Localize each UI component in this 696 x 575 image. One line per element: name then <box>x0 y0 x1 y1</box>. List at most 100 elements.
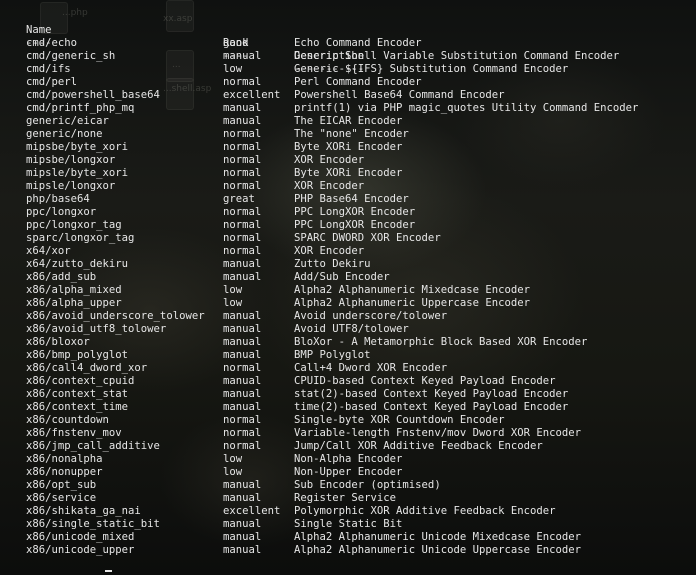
encoder-rank: manual <box>223 102 262 114</box>
encoder-name: generic/eicar <box>26 115 109 127</box>
encoder-rank: normal <box>223 232 262 244</box>
encoder-rank: manual <box>223 388 262 400</box>
encoder-description: PPC LongXOR Encoder <box>294 219 416 231</box>
encoder-rank: manual <box>223 492 262 504</box>
encoder-description: Perl Command Encoder <box>294 76 422 88</box>
encoder-name: x86/alpha_upper <box>26 297 122 309</box>
encoder-rank: manual <box>223 310 262 322</box>
encoder-rank: excellent <box>223 89 281 101</box>
encoder-description: XOR Encoder <box>294 154 365 166</box>
encoder-name: sparc/longxor_tag <box>26 232 135 244</box>
encoder-description: The EICAR Encoder <box>294 115 403 127</box>
encoder-description: Polymorphic XOR Additive Feedback Encode… <box>294 505 556 517</box>
encoder-description: SPARC DWORD XOR Encoder <box>294 232 441 244</box>
encoder-rank: manual <box>223 531 262 543</box>
encoder-name: x86/unicode_mixed <box>26 531 135 543</box>
encoder-description: Byte XORi Encoder <box>294 167 403 179</box>
terminal-output[interactable]: Name Rank Description ---- ---- --------… <box>0 0 696 575</box>
encoder-rank: low <box>223 453 243 465</box>
encoder-description: Single Static Bit <box>294 518 403 530</box>
encoder-name: x86/avoid_utf8_tolower <box>26 323 167 335</box>
encoder-name: x86/add_sub <box>26 271 97 283</box>
encoder-name: ppc/longxor <box>26 206 97 218</box>
encoder-rank: manual <box>223 518 262 530</box>
encoder-name: cmd/printf_php_mq <box>26 102 135 114</box>
encoder-name: x86/context_cpuid <box>26 375 135 387</box>
encoder-description: PHP Base64 Encoder <box>294 193 409 205</box>
encoder-rank: normal <box>223 245 262 257</box>
encoder-name: cmd/ifs <box>26 63 71 75</box>
encoder-rank: normal <box>223 167 262 179</box>
encoder-rank: manual <box>223 50 262 62</box>
encoder-rank: low <box>223 297 243 309</box>
encoder-name: cmd/generic_sh <box>26 50 116 62</box>
encoder-description: Avoid UTF8/tolower <box>294 323 409 335</box>
encoder-rank: normal <box>223 206 262 218</box>
encoder-name: ppc/longxor_tag <box>26 219 122 231</box>
encoder-name: x86/nonalpha <box>26 453 103 465</box>
encoder-name: x86/fnstenv_mov <box>26 427 122 439</box>
encoder-rank: normal <box>223 427 262 439</box>
encoder-description: Alpha2 Alphanumeric Mixedcase Encoder <box>294 284 530 296</box>
encoder-description: printf(1) via PHP magic_quotes Utility C… <box>294 102 639 114</box>
encoder-description: Variable-length Fnstenv/mov Dword XOR En… <box>294 427 582 439</box>
terminal-cursor <box>105 570 112 572</box>
encoder-rank: manual <box>223 349 262 361</box>
encoder-name: mipsbe/longxor <box>26 154 116 166</box>
encoder-name: mipsbe/byte_xori <box>26 141 129 153</box>
encoder-description: stat(2)-based Context Keyed Payload Enco… <box>294 388 569 400</box>
encoder-rank: normal <box>223 180 262 192</box>
encoder-rank: manual <box>223 544 262 556</box>
encoder-name: x86/bloxor <box>26 336 90 348</box>
encoder-name: x86/unicode_upper <box>26 544 135 556</box>
encoder-description: Generic ${IFS} Substitution Command Enco… <box>294 63 569 75</box>
encoder-rank: low <box>223 466 243 478</box>
encoder-description: time(2)-based Context Keyed Payload Enco… <box>294 401 569 413</box>
encoder-rank: normal <box>223 414 262 426</box>
encoder-description: Echo Command Encoder <box>294 37 422 49</box>
encoder-rank: normal <box>223 154 262 166</box>
encoder-name: php/base64 <box>26 193 90 205</box>
encoder-description: Non-Alpha Encoder <box>294 453 403 465</box>
table-header-row: Name Rank Description <box>0 11 364 62</box>
encoder-description: Single-byte XOR Countdown Encoder <box>294 414 505 426</box>
encoder-rank: excellent <box>223 505 281 517</box>
encoder-rank: normal <box>223 219 262 231</box>
encoder-name: x86/context_stat <box>26 388 129 400</box>
encoder-rank: manual <box>223 375 262 387</box>
encoder-name: x86/shikata_ga_nai <box>26 505 141 517</box>
table-separator-row: ---- ---- ----------- <box>0 24 364 75</box>
encoder-description: Add/Sub Encoder <box>294 271 390 283</box>
encoder-name: x86/opt_sub <box>26 479 97 491</box>
encoder-name: x64/xor <box>26 245 71 257</box>
encoder-name: x86/service <box>26 492 97 504</box>
encoder-rank: low <box>223 63 243 75</box>
encoder-name: x86/bmp_polyglot <box>26 349 129 361</box>
encoder-name: cmd/powershell_base64 <box>26 89 160 101</box>
encoder-description: Register Service <box>294 492 397 504</box>
encoder-name: x86/single_static_bit <box>26 518 160 530</box>
encoder-description: Powershell Base64 Command Encoder <box>294 89 505 101</box>
encoder-description: Sub Encoder (optimised) <box>294 479 441 491</box>
encoder-description: CPUID-based Context Keyed Payload Encode… <box>294 375 556 387</box>
encoder-rank: normal <box>223 141 262 153</box>
encoder-rank: manual <box>223 336 262 348</box>
encoder-description: XOR Encoder <box>294 180 365 192</box>
encoder-rank: normal <box>223 76 262 88</box>
encoder-description: The "none" Encoder <box>294 128 409 140</box>
encoder-name: x86/nonupper <box>26 466 103 478</box>
encoder-name: mipsle/byte_xori <box>26 167 129 179</box>
encoder-description: Alpha2 Alphanumeric Uppercase Encoder <box>294 297 530 309</box>
encoder-description: PPC LongXOR Encoder <box>294 206 416 218</box>
encoder-description: Avoid underscore/tolower <box>294 310 448 322</box>
encoder-name: x86/call4_dword_xor <box>26 362 148 374</box>
encoder-description: Zutto Dekiru <box>294 258 371 270</box>
encoder-rank: manual <box>223 115 262 127</box>
encoder-rank: great <box>223 193 255 205</box>
column-header-name: Name <box>26 24 52 36</box>
encoder-description: BloXor - A Metamorphic Block Based XOR E… <box>294 336 588 348</box>
encoder-name: generic/none <box>26 128 103 140</box>
encoder-rank: normal <box>223 362 262 374</box>
encoder-description: Alpha2 Alphanumeric Unicode Mixedcase En… <box>294 531 582 543</box>
encoder-description: Non-Upper Encoder <box>294 466 403 478</box>
